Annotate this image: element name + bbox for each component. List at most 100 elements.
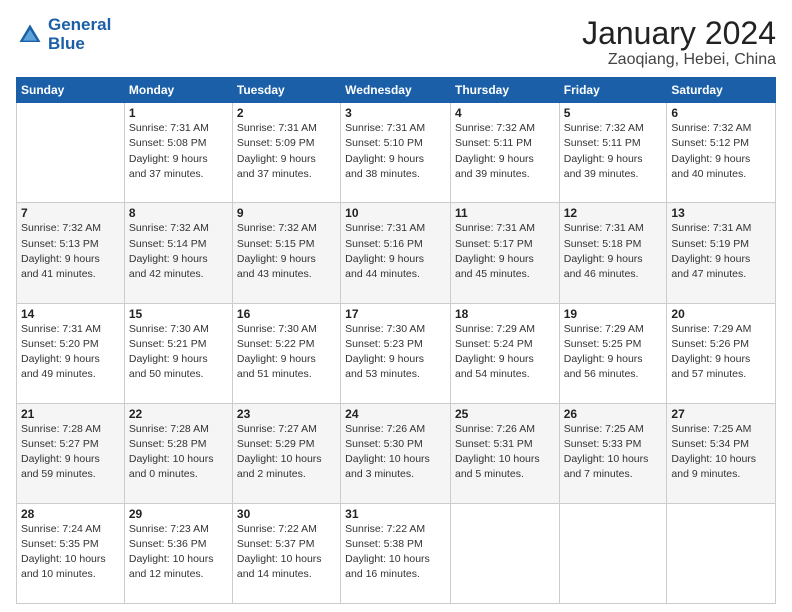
day-number-13: 13 xyxy=(671,206,771,220)
day-number-20: 20 xyxy=(671,307,771,321)
calendar-cell-w2-d0: 14Sunrise: 7:31 AM Sunset: 5:20 PM Dayli… xyxy=(17,303,125,403)
day-number-24: 24 xyxy=(345,407,446,421)
day-number-10: 10 xyxy=(345,206,446,220)
day-info-18: Sunrise: 7:29 AM Sunset: 5:24 PM Dayligh… xyxy=(455,322,555,383)
day-number-12: 12 xyxy=(564,206,663,220)
calendar-cell-w3-d1: 22Sunrise: 7:28 AM Sunset: 5:28 PM Dayli… xyxy=(124,403,232,503)
calendar-cell-w1-d6: 13Sunrise: 7:31 AM Sunset: 5:19 PM Dayli… xyxy=(667,203,776,303)
day-info-27: Sunrise: 7:25 AM Sunset: 5:34 PM Dayligh… xyxy=(671,422,771,483)
day-info-25: Sunrise: 7:26 AM Sunset: 5:31 PM Dayligh… xyxy=(455,422,555,483)
header-monday: Monday xyxy=(124,78,232,103)
day-info-28: Sunrise: 7:24 AM Sunset: 5:35 PM Dayligh… xyxy=(21,522,120,583)
day-info-12: Sunrise: 7:31 AM Sunset: 5:18 PM Dayligh… xyxy=(564,221,663,282)
day-number-23: 23 xyxy=(237,407,336,421)
calendar-cell-w0-d4: 4Sunrise: 7:32 AM Sunset: 5:11 PM Daylig… xyxy=(450,103,559,203)
day-number-25: 25 xyxy=(455,407,555,421)
day-info-17: Sunrise: 7:30 AM Sunset: 5:23 PM Dayligh… xyxy=(345,322,446,383)
day-info-3: Sunrise: 7:31 AM Sunset: 5:10 PM Dayligh… xyxy=(345,121,446,182)
day-number-2: 2 xyxy=(237,106,336,120)
day-number-6: 6 xyxy=(671,106,771,120)
calendar-cell-w4-d0: 28Sunrise: 7:24 AM Sunset: 5:35 PM Dayli… xyxy=(17,503,125,603)
calendar-cell-w0-d0 xyxy=(17,103,125,203)
calendar-table: Sunday Monday Tuesday Wednesday Thursday… xyxy=(16,77,776,604)
day-info-31: Sunrise: 7:22 AM Sunset: 5:38 PM Dayligh… xyxy=(345,522,446,583)
calendar-cell-w0-d6: 6Sunrise: 7:32 AM Sunset: 5:12 PM Daylig… xyxy=(667,103,776,203)
day-number-29: 29 xyxy=(129,507,228,521)
day-info-24: Sunrise: 7:26 AM Sunset: 5:30 PM Dayligh… xyxy=(345,422,446,483)
day-info-5: Sunrise: 7:32 AM Sunset: 5:11 PM Dayligh… xyxy=(564,121,663,182)
day-info-29: Sunrise: 7:23 AM Sunset: 5:36 PM Dayligh… xyxy=(129,522,228,583)
day-number-31: 31 xyxy=(345,507,446,521)
header-wednesday: Wednesday xyxy=(341,78,451,103)
day-number-8: 8 xyxy=(129,206,228,220)
calendar-subtitle: Zaoqiang, Hebei, China xyxy=(582,51,776,69)
day-info-15: Sunrise: 7:30 AM Sunset: 5:21 PM Dayligh… xyxy=(129,322,228,383)
calendar-cell-w4-d4 xyxy=(450,503,559,603)
week-row-2: 14Sunrise: 7:31 AM Sunset: 5:20 PM Dayli… xyxy=(17,303,776,403)
day-number-28: 28 xyxy=(21,507,120,521)
calendar-cell-w1-d5: 12Sunrise: 7:31 AM Sunset: 5:18 PM Dayli… xyxy=(559,203,667,303)
header-tuesday: Tuesday xyxy=(232,78,340,103)
calendar-cell-w1-d1: 8Sunrise: 7:32 AM Sunset: 5:14 PM Daylig… xyxy=(124,203,232,303)
calendar-cell-w0-d3: 3Sunrise: 7:31 AM Sunset: 5:10 PM Daylig… xyxy=(341,103,451,203)
header-sunday: Sunday xyxy=(17,78,125,103)
day-info-21: Sunrise: 7:28 AM Sunset: 5:27 PM Dayligh… xyxy=(21,422,120,483)
day-number-11: 11 xyxy=(455,206,555,220)
day-number-17: 17 xyxy=(345,307,446,321)
day-number-1: 1 xyxy=(129,106,228,120)
week-row-3: 21Sunrise: 7:28 AM Sunset: 5:27 PM Dayli… xyxy=(17,403,776,503)
day-number-16: 16 xyxy=(237,307,336,321)
day-info-6: Sunrise: 7:32 AM Sunset: 5:12 PM Dayligh… xyxy=(671,121,771,182)
day-info-30: Sunrise: 7:22 AM Sunset: 5:37 PM Dayligh… xyxy=(237,522,336,583)
calendar-cell-w1-d3: 10Sunrise: 7:31 AM Sunset: 5:16 PM Dayli… xyxy=(341,203,451,303)
calendar-cell-w2-d1: 15Sunrise: 7:30 AM Sunset: 5:21 PM Dayli… xyxy=(124,303,232,403)
day-info-14: Sunrise: 7:31 AM Sunset: 5:20 PM Dayligh… xyxy=(21,322,120,383)
calendar-cell-w3-d0: 21Sunrise: 7:28 AM Sunset: 5:27 PM Dayli… xyxy=(17,403,125,503)
day-info-1: Sunrise: 7:31 AM Sunset: 5:08 PM Dayligh… xyxy=(129,121,228,182)
calendar-cell-w0-d5: 5Sunrise: 7:32 AM Sunset: 5:11 PM Daylig… xyxy=(559,103,667,203)
day-number-14: 14 xyxy=(21,307,120,321)
calendar-cell-w2-d5: 19Sunrise: 7:29 AM Sunset: 5:25 PM Dayli… xyxy=(559,303,667,403)
calendar-cell-w1-d2: 9Sunrise: 7:32 AM Sunset: 5:15 PM Daylig… xyxy=(232,203,340,303)
logo-icon xyxy=(16,21,44,49)
week-row-4: 28Sunrise: 7:24 AM Sunset: 5:35 PM Dayli… xyxy=(17,503,776,603)
day-number-27: 27 xyxy=(671,407,771,421)
day-number-5: 5 xyxy=(564,106,663,120)
header-thursday: Thursday xyxy=(450,78,559,103)
day-number-9: 9 xyxy=(237,206,336,220)
day-info-23: Sunrise: 7:27 AM Sunset: 5:29 PM Dayligh… xyxy=(237,422,336,483)
weekday-header-row: Sunday Monday Tuesday Wednesday Thursday… xyxy=(17,78,776,103)
calendar-cell-w0-d2: 2Sunrise: 7:31 AM Sunset: 5:09 PM Daylig… xyxy=(232,103,340,203)
day-info-16: Sunrise: 7:30 AM Sunset: 5:22 PM Dayligh… xyxy=(237,322,336,383)
calendar-cell-w0-d1: 1Sunrise: 7:31 AM Sunset: 5:08 PM Daylig… xyxy=(124,103,232,203)
calendar-cell-w4-d3: 31Sunrise: 7:22 AM Sunset: 5:38 PM Dayli… xyxy=(341,503,451,603)
title-block: January 2024 Zaoqiang, Hebei, China xyxy=(582,16,776,69)
header-saturday: Saturday xyxy=(667,78,776,103)
day-number-22: 22 xyxy=(129,407,228,421)
day-number-3: 3 xyxy=(345,106,446,120)
day-info-7: Sunrise: 7:32 AM Sunset: 5:13 PM Dayligh… xyxy=(21,221,120,282)
day-number-30: 30 xyxy=(237,507,336,521)
calendar-cell-w2-d3: 17Sunrise: 7:30 AM Sunset: 5:23 PM Dayli… xyxy=(341,303,451,403)
calendar-cell-w3-d4: 25Sunrise: 7:26 AM Sunset: 5:31 PM Dayli… xyxy=(450,403,559,503)
day-info-26: Sunrise: 7:25 AM Sunset: 5:33 PM Dayligh… xyxy=(564,422,663,483)
calendar-cell-w4-d1: 29Sunrise: 7:23 AM Sunset: 5:36 PM Dayli… xyxy=(124,503,232,603)
day-number-18: 18 xyxy=(455,307,555,321)
day-number-21: 21 xyxy=(21,407,120,421)
day-info-22: Sunrise: 7:28 AM Sunset: 5:28 PM Dayligh… xyxy=(129,422,228,483)
calendar-cell-w3-d6: 27Sunrise: 7:25 AM Sunset: 5:34 PM Dayli… xyxy=(667,403,776,503)
calendar-cell-w3-d5: 26Sunrise: 7:25 AM Sunset: 5:33 PM Dayli… xyxy=(559,403,667,503)
calendar-title: January 2024 xyxy=(582,16,776,51)
calendar-cell-w4-d2: 30Sunrise: 7:22 AM Sunset: 5:37 PM Dayli… xyxy=(232,503,340,603)
day-info-20: Sunrise: 7:29 AM Sunset: 5:26 PM Dayligh… xyxy=(671,322,771,383)
day-number-15: 15 xyxy=(129,307,228,321)
header: General Blue January 2024 Zaoqiang, Hebe… xyxy=(16,16,776,69)
day-info-19: Sunrise: 7:29 AM Sunset: 5:25 PM Dayligh… xyxy=(564,322,663,383)
day-number-26: 26 xyxy=(564,407,663,421)
calendar-cell-w4-d6 xyxy=(667,503,776,603)
calendar-cell-w3-d2: 23Sunrise: 7:27 AM Sunset: 5:29 PM Dayli… xyxy=(232,403,340,503)
header-friday: Friday xyxy=(559,78,667,103)
calendar-cell-w2-d4: 18Sunrise: 7:29 AM Sunset: 5:24 PM Dayli… xyxy=(450,303,559,403)
page: General Blue January 2024 Zaoqiang, Hebe… xyxy=(0,0,792,612)
day-info-8: Sunrise: 7:32 AM Sunset: 5:14 PM Dayligh… xyxy=(129,221,228,282)
